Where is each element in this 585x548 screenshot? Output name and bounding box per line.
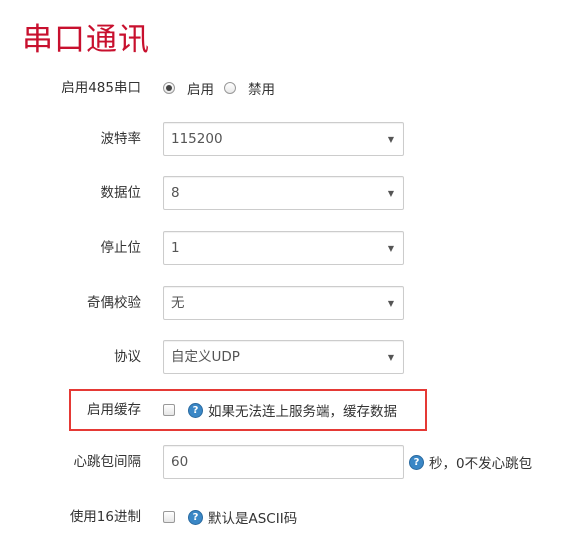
question-circle-icon[interactable]: ? [188, 509, 203, 525]
row-protocol: 协议 自定义UDP ▼ [0, 340, 585, 374]
enable-485-label: 启用485串口 [61, 80, 141, 96]
stop-bits-label: 停止位 [100, 240, 142, 256]
caret-down-icon: ▼ [387, 299, 394, 308]
parity-value: 无 [171, 295, 185, 311]
enable-485-option-enable[interactable]: 启用 [163, 78, 214, 98]
row-stop-bits: 停止位 1 ▼ [0, 231, 585, 265]
baud-rate-value: 115200 [171, 131, 223, 147]
radio-disable[interactable] [224, 82, 236, 94]
use-hex-label: 使用16进制 [69, 509, 141, 525]
heartbeat-label: 心跳包间隔 [73, 454, 142, 470]
caret-down-icon: ▼ [387, 353, 394, 362]
data-bits-label: 数据位 [100, 185, 142, 201]
use-hex-checkbox[interactable] [163, 511, 175, 523]
row-data-bits: 数据位 8 ▼ [0, 176, 585, 210]
radio-enable-label: 启用 [187, 82, 214, 98]
question-circle-icon[interactable]: ? [409, 454, 424, 470]
use-hex-hint: 默认是ASCII码 [208, 511, 298, 527]
enable-cache-hint: 如果无法连上服务端，缓存数据 [208, 404, 397, 420]
enable-cache-label: 启用缓存 [87, 402, 141, 418]
page-title: 串口通讯 [22, 22, 150, 58]
heartbeat-input[interactable]: 60 [163, 445, 404, 479]
protocol-label: 协议 [114, 349, 141, 365]
enable-485-option-disable[interactable]: 禁用 [224, 78, 275, 98]
stop-bits-value: 1 [171, 240, 180, 256]
row-enable-cache: 启用缓存 ? 如果无法连上服务端，缓存数据 [0, 393, 585, 427]
data-bits-select[interactable]: 8 ▼ [163, 176, 404, 210]
caret-down-icon: ▼ [387, 189, 394, 198]
protocol-value: 自定义UDP [171, 349, 240, 365]
radio-enable[interactable] [163, 82, 175, 94]
heartbeat-hint: 秒，0不发心跳包 [429, 456, 533, 472]
caret-down-icon: ▼ [387, 135, 394, 144]
row-parity: 奇偶校验 无 ▼ [0, 286, 585, 320]
baud-rate-label: 波特率 [100, 131, 142, 147]
protocol-select[interactable]: 自定义UDP ▼ [163, 340, 404, 374]
parity-select[interactable]: 无 ▼ [163, 286, 404, 320]
baud-rate-select[interactable]: 115200 ▼ [163, 122, 404, 156]
stop-bits-select[interactable]: 1 ▼ [163, 231, 404, 265]
enable-cache-checkbox[interactable] [163, 404, 175, 416]
caret-down-icon: ▼ [387, 244, 394, 253]
radio-disable-label: 禁用 [248, 82, 275, 98]
row-heartbeat: 心跳包间隔 60 ? 秒，0不发心跳包 [0, 445, 585, 479]
row-use-hex: 使用16进制 ? 默认是ASCII码 [0, 500, 585, 534]
enable-485-radio-group: 启用 禁用 [163, 71, 285, 105]
row-enable-485: 启用485串口 启用 禁用 [0, 71, 585, 105]
question-circle-icon[interactable]: ? [188, 402, 203, 418]
row-baud-rate: 波特率 115200 ▼ [0, 122, 585, 156]
data-bits-value: 8 [171, 185, 180, 201]
parity-label: 奇偶校验 [87, 295, 141, 311]
